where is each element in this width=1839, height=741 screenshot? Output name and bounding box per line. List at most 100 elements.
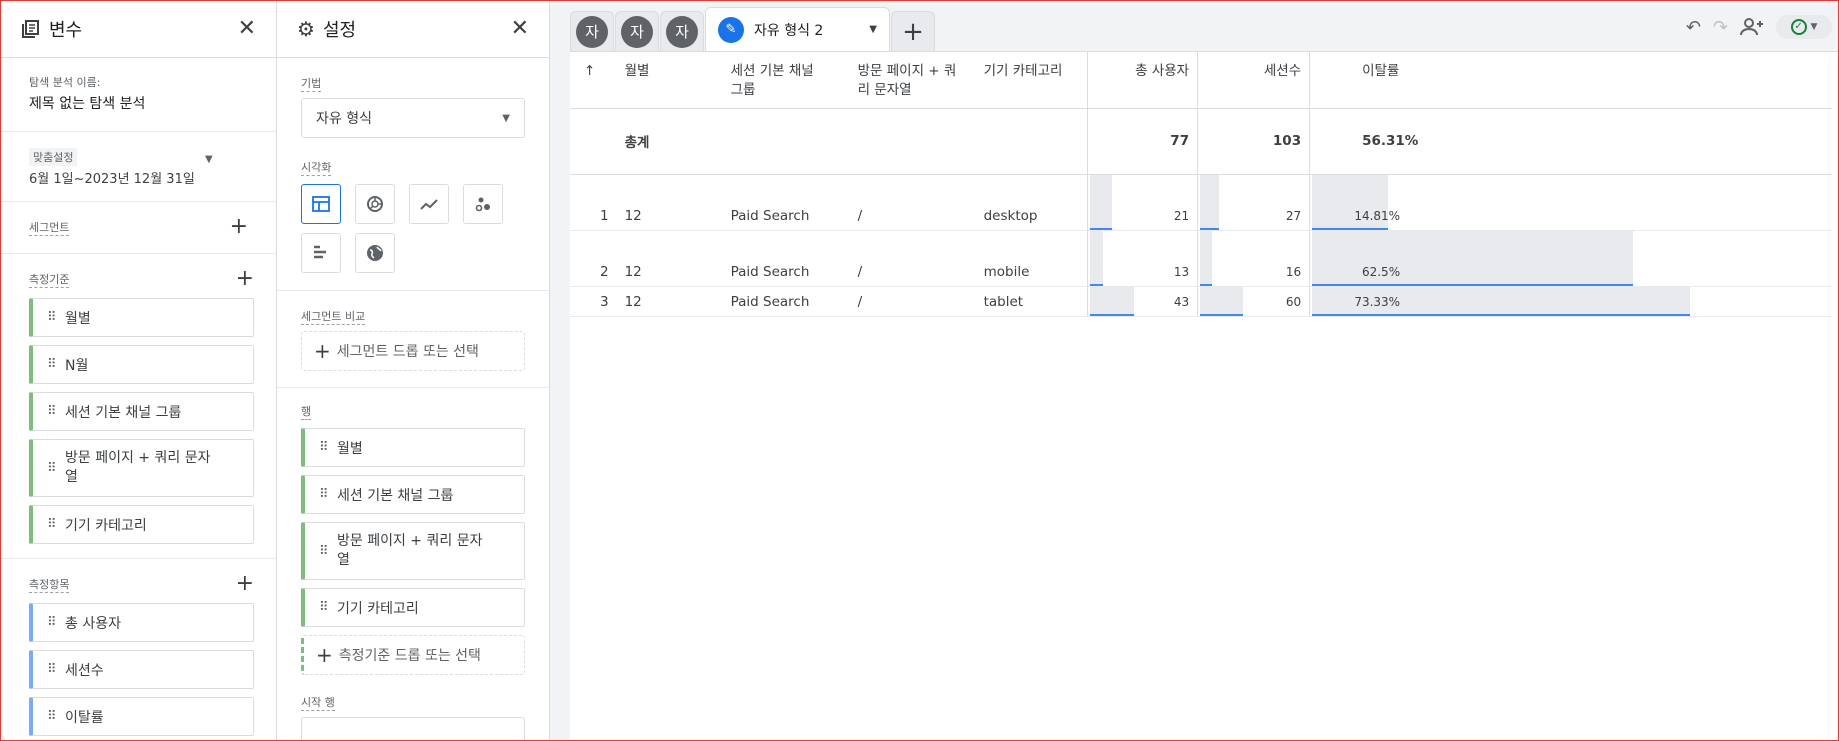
check-circle-icon: ✓ (1790, 19, 1807, 35)
metric-cell: 60 (1197, 286, 1310, 317)
drag-handle-icon[interactable]: ⠿ (319, 440, 337, 455)
device-cell: mobile (975, 230, 1088, 287)
sort-icon[interactable]: ↑ (570, 52, 617, 108)
row-chip[interactable]: ⠿ 기기 카테고리 (301, 588, 525, 627)
technique-select[interactable]: 자유 형식 ▼ (301, 98, 525, 138)
metric-value: 21 (1173, 208, 1190, 223)
tab-collapsed[interactable]: 자 (660, 11, 704, 51)
add-tab-button[interactable]: + (891, 11, 935, 51)
exploration-name-label: 탐색 분석 이름: (29, 76, 101, 89)
drag-handle-icon[interactable]: ⠿ (319, 544, 337, 559)
start-row-select[interactable] (301, 717, 525, 740)
add-metric-button[interactable]: + (236, 573, 254, 595)
drag-handle-icon[interactable]: ⠿ (47, 709, 65, 724)
column-header[interactable]: 세션 기본 채널 그룹 (723, 52, 850, 108)
dimension-drop-zone[interactable]: + 측정기준 드롭 또는 선택 (301, 635, 525, 675)
dimension-chip[interactable]: ⠿ 기기 카테고리 (29, 505, 254, 544)
date-range-section[interactable]: 맞춤설정 6월 1일~2023년 12월 31일 ▼ (1, 132, 276, 202)
dimensions-section: 측정기준 + ⠿ 월별 ⠿ N월 ⠿ 세션 기본 채널 그룹 ⠿ 방문 페이지 + 쿼리… (1, 254, 276, 559)
row-number: 1 (570, 174, 617, 231)
column-header[interactable]: 이탈률 (1309, 52, 1832, 108)
drag-handle-icon[interactable]: ⠿ (47, 517, 65, 532)
drag-handle-icon[interactable]: ⠿ (47, 357, 65, 372)
tab-active[interactable]: ✎ 자유 형식 2 ▼ (705, 7, 890, 51)
dimension-chip[interactable]: ⠿ 월별 (29, 298, 254, 337)
close-icon[interactable]: ✕ (511, 18, 529, 40)
metric-chip[interactable]: ⠿ 이탈률 (29, 697, 254, 736)
channel-cell: Paid Search (722, 230, 850, 287)
column-header[interactable]: 총 사용자 (1087, 52, 1198, 108)
drag-handle-icon[interactable]: ⠿ (47, 461, 65, 476)
month-cell: 12 (616, 286, 723, 317)
tab-bar: 자 자 자 ✎ 자유 형식 2 ▼ + ↶ ↷ ✓ ▼ (550, 1, 1838, 51)
scatter-icon[interactable] (463, 184, 504, 224)
metrics-label: 측정항목 (29, 577, 70, 593)
metric-cell: 27 (1197, 174, 1310, 231)
segment-drop-zone[interactable]: + 세그먼트 드롭 또는 선택 (301, 331, 525, 371)
table-icon[interactable] (301, 184, 341, 224)
metric-cell: 62.5% (1309, 230, 1832, 287)
status-button[interactable]: ✓ ▼ (1776, 15, 1832, 39)
drag-handle-icon[interactable]: ⠿ (47, 662, 65, 677)
tab-avatar: 자 (666, 15, 698, 48)
chevron-down-icon[interactable]: ▼ (869, 24, 877, 35)
dimension-chip[interactable]: ⠿ 세션 기본 채널 그룹 (29, 392, 254, 431)
dimension-chip[interactable]: ⠿ 방문 페이지 + 쿼리 문자열 (29, 439, 254, 497)
share-user-icon[interactable] (1740, 17, 1764, 37)
column-header[interactable]: 월별 (617, 52, 723, 108)
drag-handle-icon[interactable]: ⠿ (47, 310, 65, 325)
drag-handle-icon[interactable]: ⠿ (319, 487, 337, 502)
data-table: ↑ 월별 세션 기본 채널 그룹 방문 페이지 + 쿼리 문자열 기기 카테고리… (570, 52, 1832, 317)
drag-handle-icon[interactable]: ⠿ (47, 615, 65, 630)
segments-label: 세그먼트 (29, 220, 70, 236)
segment-compare-label: 세그먼트 비교 (301, 310, 366, 325)
variables-header: 변수 ✕ (1, 1, 276, 58)
column-header[interactable]: 세션수 (1197, 52, 1310, 108)
metric-value: 16 (1285, 264, 1302, 279)
tab-avatar: 자 (576, 15, 608, 48)
geo-map-icon[interactable] (355, 233, 396, 273)
table-row[interactable]: 2 12 Paid Search / mobile 13 16 62.5% (570, 230, 1832, 287)
date-range-value: 6월 1일~2023년 12월 31일 (29, 172, 195, 187)
add-dimension-button[interactable]: + (236, 268, 254, 290)
undo-icon[interactable]: ↶ (1686, 17, 1701, 38)
drag-handle-icon[interactable]: ⠿ (47, 404, 65, 419)
metric-chip[interactable]: ⠿ 총 사용자 (29, 603, 254, 642)
drag-handle-icon[interactable]: ⠿ (319, 600, 337, 615)
column-header[interactable]: 방문 페이지 + 쿼리 문자열 (850, 52, 976, 108)
technique-section: 기법 자유 형식 ▼ 시각화 (277, 58, 549, 291)
settings-header: ⚙ 설정 ✕ (277, 1, 549, 58)
metric-cell: 73.33% (1309, 286, 1832, 317)
in-cell-bar (1090, 174, 1113, 230)
row-chip[interactable]: ⠿ 세션 기본 채널 그룹 (301, 475, 525, 514)
rows-section: 행 ⠿ 월별 ⠿ 세션 기본 채널 그룹 ⠿ 방문 페이지 + 쿼리 문자열 ⠿ 기기 … (277, 388, 549, 740)
chevron-down-icon[interactable]: ▼ (205, 154, 213, 165)
tab-collapsed[interactable]: 자 (570, 11, 614, 51)
metric-cell: 21 (1087, 174, 1198, 231)
tab-collapsed[interactable]: 자 (615, 11, 659, 51)
table-row[interactable]: 3 12 Paid Search / tablet 43 60 73.33% (570, 286, 1832, 317)
variables-panel: 변수 ✕ 탐색 분석 이름: 제목 없는 탐색 분석 맞춤설정 6월 1일~20… (1, 1, 277, 740)
dimension-chip[interactable]: ⠿ N월 (29, 345, 254, 384)
exploration-name-field[interactable]: 제목 없는 탐색 분석 (29, 93, 248, 113)
line-chart-icon[interactable] (409, 184, 450, 224)
row-number: 2 (570, 230, 617, 287)
bar-chart-icon[interactable] (301, 233, 341, 273)
total-value: 77 (1087, 108, 1198, 175)
row-chip[interactable]: ⠿ 방문 페이지 + 쿼리 문자열 (301, 522, 525, 580)
close-icon[interactable]: ✕ (238, 18, 256, 40)
metric-value: 14.81% (1354, 208, 1401, 223)
metric-chip[interactable]: ⠿ 세션수 (29, 650, 254, 689)
pencil-icon: ✎ (718, 16, 744, 43)
channel-cell: Paid Search (722, 174, 850, 231)
column-header[interactable]: 기기 카테고리 (976, 52, 1088, 108)
donut-chart-icon[interactable] (355, 184, 396, 224)
redo-icon[interactable]: ↷ (1713, 17, 1728, 38)
row-chip[interactable]: ⠿ 월별 (301, 428, 525, 467)
table-row[interactable]: 1 12 Paid Search / desktop 21 27 14.81% (570, 174, 1832, 231)
month-cell: 12 (616, 230, 723, 287)
tab-avatar: 자 (621, 15, 653, 48)
add-segment-button[interactable]: + (230, 216, 248, 238)
metric-cell: 16 (1197, 230, 1310, 287)
app-window: 변수 ✕ 탐색 분석 이름: 제목 없는 탐색 분석 맞춤설정 6월 1일~20… (0, 0, 1839, 741)
